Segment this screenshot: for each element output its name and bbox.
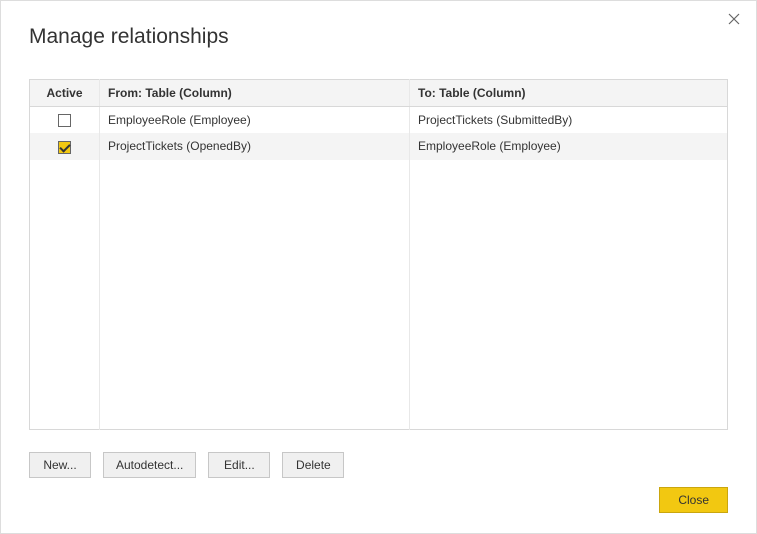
- active-checkbox[interactable]: [58, 114, 71, 127]
- header-to: To: Table (Column): [410, 80, 728, 107]
- autodetect-button[interactable]: Autodetect...: [103, 452, 196, 478]
- active-checkbox[interactable]: [58, 141, 71, 154]
- table-row[interactable]: EmployeeRole (Employee) ProjectTickets (…: [30, 107, 728, 134]
- table-filler: [30, 160, 728, 430]
- header-active: Active: [30, 80, 100, 107]
- dialog-title: Manage relationships: [1, 1, 756, 49]
- action-button-row: New... Autodetect... Edit... Delete: [1, 430, 756, 478]
- table-row[interactable]: ProjectTickets (OpenedBy) EmployeeRole (…: [30, 133, 728, 159]
- dialog-content: Active From: Table (Column) To: Table (C…: [1, 49, 756, 430]
- edit-button[interactable]: Edit...: [208, 452, 270, 478]
- new-button[interactable]: New...: [29, 452, 91, 478]
- relationships-table: Active From: Table (Column) To: Table (C…: [29, 79, 728, 430]
- close-button[interactable]: Close: [659, 487, 728, 513]
- footer-row: Close: [659, 487, 728, 513]
- manage-relationships-dialog: Manage relationships Active From: Table …: [0, 0, 757, 534]
- header-from: From: Table (Column): [100, 80, 410, 107]
- cell-to: ProjectTickets (SubmittedBy): [410, 107, 728, 134]
- cell-from: EmployeeRole (Employee): [100, 107, 410, 134]
- close-icon[interactable]: [724, 9, 744, 29]
- delete-button[interactable]: Delete: [282, 452, 344, 478]
- cell-to: EmployeeRole (Employee): [410, 133, 728, 159]
- cell-from: ProjectTickets (OpenedBy): [100, 133, 410, 159]
- table-header-row: Active From: Table (Column) To: Table (C…: [30, 80, 728, 107]
